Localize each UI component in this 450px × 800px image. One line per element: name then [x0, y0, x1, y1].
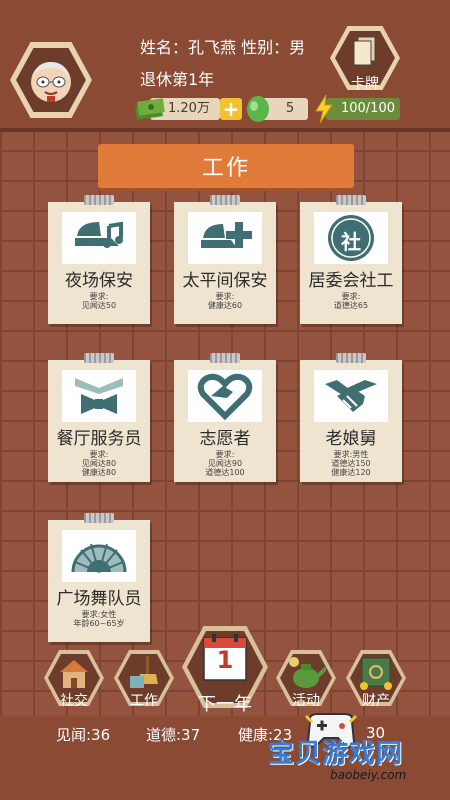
stat-knowledge: 见闻:36	[56, 726, 111, 744]
paper-clip	[210, 353, 240, 363]
job-icon-box: 社	[314, 212, 388, 264]
gem-value: 5	[285, 101, 295, 116]
money-value: 1.20万	[168, 101, 210, 116]
health-value: 100/100	[340, 101, 395, 116]
nav-work[interactable]: 工作	[114, 650, 174, 720]
job-icon-box	[62, 530, 136, 582]
avatar-frame	[16, 48, 86, 112]
watermark-url: baobeiy.com	[330, 768, 407, 782]
job-requirement: 要求: 健康达60	[207, 292, 243, 310]
job-requirement: 要求:女性 年龄60~65岁	[73, 610, 125, 628]
avatar[interactable]	[10, 42, 92, 118]
handshake-icon	[325, 380, 377, 412]
job-title: 广场舞队员	[56, 589, 142, 609]
job-requirement: 要求: 道德达65	[333, 292, 369, 310]
job-icon-box	[314, 370, 388, 422]
job-title: 太平间保安	[182, 271, 268, 291]
fan-icon	[71, 543, 127, 573]
job-card-square-dancer[interactable]: 广场舞队员 要求:女性 年龄60~65岁	[48, 513, 150, 642]
top-header: 姓名：孔飞燕 性别：男 退休第1年 卡牌 1.20万 + 5 100/100	[0, 0, 450, 132]
nav-social[interactable]: 社交	[44, 650, 104, 720]
nav-label: 活动	[292, 693, 320, 709]
paper-clip	[336, 195, 366, 205]
house-icon	[60, 660, 88, 688]
lightning-icon	[315, 94, 333, 124]
job-card-waiter[interactable]: 餐厅服务员 要求: 见闻达80 健康达80	[48, 353, 150, 482]
nav-label: 工作	[130, 693, 158, 709]
badge-char: 社	[341, 230, 361, 254]
job-card-mediator[interactable]: 老娘舅 要求:男性 道德达150 健康达120	[300, 353, 402, 482]
paper-clip	[84, 353, 114, 363]
card-label: 卡牌	[351, 76, 379, 92]
nav-label: 财产	[362, 693, 390, 709]
job-requirement: 要求: 见闻达90 道德达100	[205, 450, 245, 477]
paper-clip	[84, 195, 114, 205]
bowtie-icon	[75, 378, 123, 414]
section-banner: 工作	[98, 144, 354, 188]
job-card-volunteer[interactable]: 志愿者 要求: 见闻达90 道德达100	[174, 353, 276, 482]
next-year-label: 下一年	[198, 694, 252, 715]
calendar-day: 1	[216, 646, 234, 674]
money-icon	[135, 98, 165, 120]
job-icon-box	[188, 212, 262, 264]
watermark-text: 宝贝游戏网	[268, 739, 404, 769]
job-requirement: 要求: 见闻达80 健康达80	[81, 450, 117, 477]
job-requirement: 要求:男性 道德达150 健康达120	[331, 450, 371, 477]
green-gem-icon	[247, 96, 269, 122]
job-card-community-worker[interactable]: 社 居委会社工 要求: 道德达65	[300, 195, 402, 324]
old-man-face-icon	[31, 62, 71, 102]
cards-icon	[353, 36, 376, 66]
retire-year: 退休第1年	[140, 70, 215, 89]
paper-clip	[336, 353, 366, 363]
broom-bucket-icon	[130, 656, 158, 688]
job-icon-box	[62, 212, 136, 264]
job-card-night-guard[interactable]: 夜场保安 要求: 见闻达50	[48, 195, 150, 324]
guard-cap-plus-icon	[201, 222, 252, 248]
job-requirement: 要求: 见闻达50	[81, 292, 117, 310]
job-card-morgue-guard[interactable]: 太平间保安 要求: 健康达60	[174, 195, 276, 324]
job-title: 志愿者	[199, 429, 251, 449]
health-counter: 100/100	[326, 98, 400, 120]
player-name-gender: 姓名：孔飞燕 性别：男	[140, 38, 306, 57]
add-money-button[interactable]: +	[220, 98, 242, 120]
heart-hand-icon	[197, 373, 253, 420]
guard-cap-icon	[75, 221, 123, 248]
paper-clip	[210, 195, 240, 205]
job-title: 老娘舅	[325, 429, 377, 449]
next-year-button[interactable]: 1 下一年	[182, 626, 268, 720]
stat-morality: 道德:37	[146, 726, 201, 744]
job-icon-box	[188, 370, 262, 422]
job-title: 餐厅服务员	[56, 429, 142, 449]
nav-label: 社交	[60, 693, 88, 709]
safe-icon	[360, 657, 392, 690]
job-icon-box	[62, 370, 136, 422]
job-title: 夜场保安	[65, 271, 133, 291]
paper-clip	[84, 513, 114, 523]
section-title: 工作	[201, 156, 250, 181]
job-title: 居委会社工	[308, 271, 394, 291]
teapot-icon	[289, 657, 326, 688]
